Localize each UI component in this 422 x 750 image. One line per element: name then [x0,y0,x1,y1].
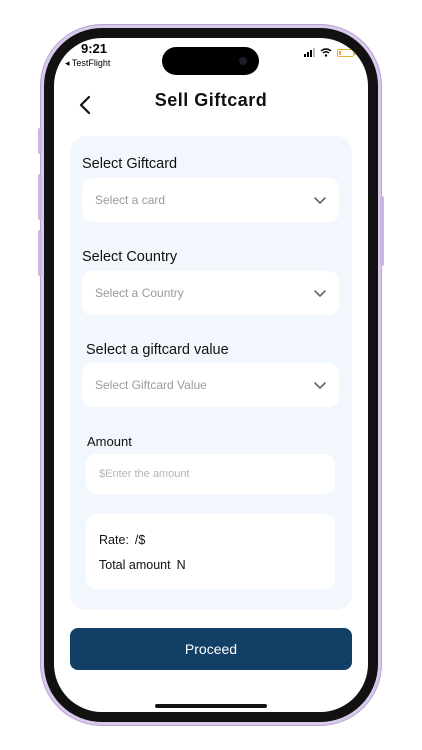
home-indicator[interactable] [155,704,267,708]
back-to-app-link[interactable]: ◂ TestFlight [65,58,110,69]
giftcard-select-placeholder: Select a card [95,193,166,207]
giftcard-value-select-placeholder: Select Giftcard Value [95,378,207,392]
total-amount-value: N [176,558,186,572]
total-amount-label: Total amount [99,558,171,572]
rate-label: Rate: [99,533,129,547]
battery-icon [337,48,356,57]
signal-icon [304,48,315,57]
rate-value: /$ [134,533,146,547]
chevron-down-icon [314,197,326,204]
amount-input[interactable] [86,454,335,494]
phone-volume-up [38,174,42,220]
status-icons [304,48,356,57]
rate-row: Rate: /$ [99,533,145,547]
chevron-down-icon [314,382,326,389]
country-label: Select Country [82,249,178,265]
giftcard-value-label: Select a giftcard value [86,342,229,358]
sell-form-card: Select Giftcard Select a card Select Cou… [70,136,352,610]
proceed-button[interactable]: Proceed [70,628,352,670]
giftcard-label: Select Giftcard [82,156,178,172]
country-select-placeholder: Select a Country [95,286,184,300]
wifi-icon [320,48,332,57]
status-time: 9:21 [81,41,108,56]
phone-power-button [380,196,384,266]
giftcard-value-select[interactable]: Select Giftcard Value [82,363,339,407]
camera-icon [239,57,247,65]
phone-volume-down [38,230,42,276]
page-title: Sell Giftcard [154,90,268,110]
phone-side-button [38,128,42,154]
country-select[interactable]: Select a Country [82,271,339,315]
dynamic-island [162,47,259,75]
rate-summary-box: Rate: /$ Total amount N [86,514,335,589]
amount-label: Amount [87,434,132,449]
app-screen: 9:21 ◂ TestFlight Sell Giftcard Select G… [54,38,368,712]
giftcard-select[interactable]: Select a card [82,178,339,222]
total-amount-row: Total amount N [99,558,186,572]
chevron-down-icon [314,290,326,297]
